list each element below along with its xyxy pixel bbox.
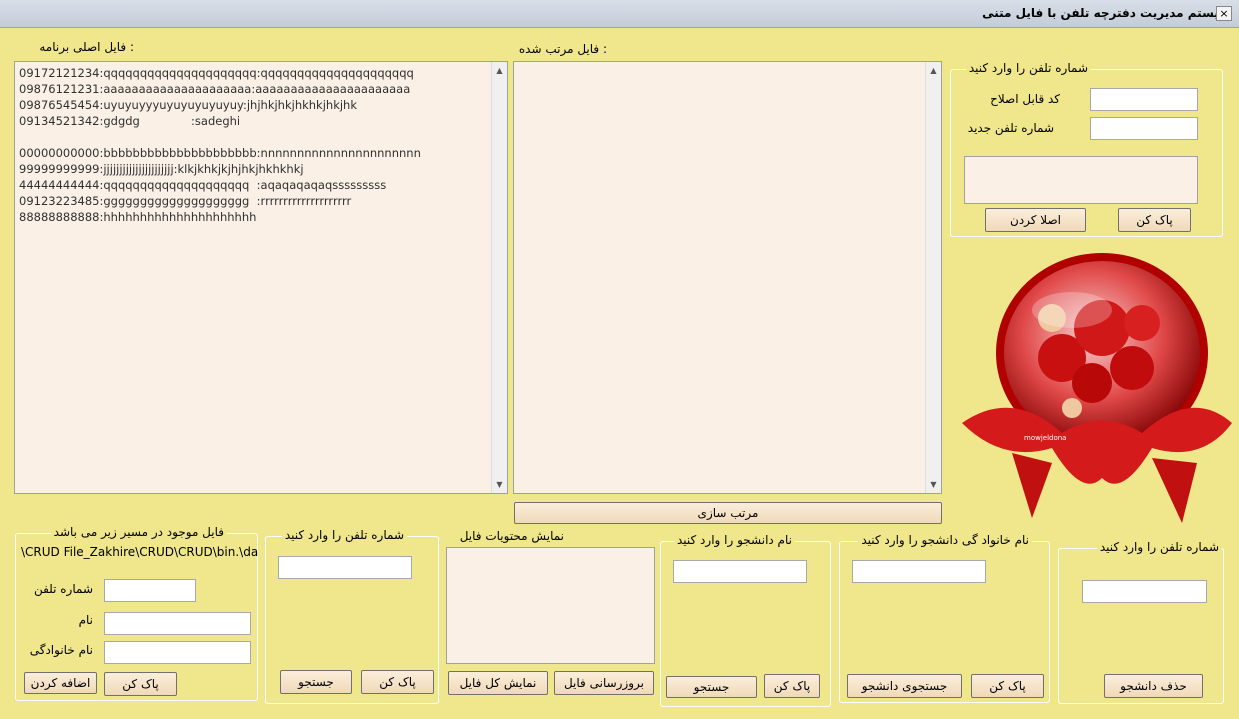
new-phone-input[interactable] <box>1090 117 1198 140</box>
search-family-clear-button[interactable]: پاک کن <box>971 674 1044 698</box>
add-group-title: فایل موجود در مسیر زیر می باشد <box>50 525 227 539</box>
phone-label: شماره تلفن <box>33 582 93 596</box>
search-phone-title: شماره تلفن را وارد کنید <box>281 528 407 542</box>
main-file-label: : فایل اصلی برنامه <box>39 40 134 54</box>
add-family-input[interactable] <box>104 641 251 664</box>
new-phone-label: شماره تلفن جدید <box>967 121 1054 135</box>
delete-student-button[interactable]: حذف دانشجو <box>1104 674 1203 698</box>
main-file-textarea[interactable]: 09172121234:qqqqqqqqqqqqqqqqqqqqq:qqqqqq… <box>14 61 508 494</box>
roses-globe-image: mowjeldona <box>962 253 1232 523</box>
edit-clear-button[interactable]: پاک کن <box>1118 208 1191 232</box>
add-clear-button[interactable]: پاک کن <box>104 672 177 696</box>
family-label: نام خانوادگی <box>29 643 93 657</box>
code-input[interactable] <box>1090 88 1198 111</box>
delete-group-title: شماره تلفن را وارد کنید <box>1096 540 1222 554</box>
add-phone-input[interactable] <box>104 579 196 602</box>
name-label: نام <box>78 613 93 627</box>
search-family-input[interactable] <box>852 560 986 583</box>
main-file-scrollbar[interactable]: ▲ ▼ <box>491 62 507 493</box>
sorted-file-content <box>514 62 941 68</box>
delete-phone-input[interactable] <box>1082 580 1207 603</box>
close-button[interactable]: × <box>1216 6 1232 21</box>
show-all-button[interactable]: نمایش کل فایل <box>448 671 548 695</box>
window-title: سیستم مدیریت دفترچه تلفن با فایل متنی <box>982 6 1231 20</box>
add-button[interactable]: اضافه کردن <box>24 672 97 694</box>
search-student-button[interactable]: جستجوی دانشجو <box>847 674 962 698</box>
search-family-title: نام خانواد گی دانشجو را وارد کنید <box>858 533 1032 547</box>
sort-button[interactable]: مرتب سازی <box>514 502 942 524</box>
show-file-title: نمایش محتویات فایل <box>459 529 564 543</box>
search-name-title: نام دانشجو را وارد کنید <box>673 533 795 547</box>
search-name-clear-button[interactable]: پاک کن <box>764 674 820 698</box>
title-bar: سیستم مدیریت دفترچه تلفن با فایل متنی × <box>0 0 1239 28</box>
add-name-input[interactable] <box>104 612 251 635</box>
search-phone-button[interactable]: جستجو <box>280 670 352 694</box>
search-phone-input[interactable] <box>278 556 412 579</box>
main-file-content: 09172121234:qqqqqqqqqqqqqqqqqqqqq:qqqqqq… <box>19 66 421 224</box>
globe-watermark: mowjeldona <box>1024 434 1066 442</box>
search-name-button[interactable]: جستجو <box>666 676 757 698</box>
edit-result-textarea[interactable] <box>964 156 1198 204</box>
file-path: \CRUD File_Zakhire\CRUD\CRUD\bin.\data <box>21 545 258 559</box>
sorted-file-textarea[interactable]: ▲ ▼ <box>513 61 942 494</box>
update-file-button[interactable]: بروزرسانی فایل <box>554 671 654 695</box>
scroll-up-icon[interactable]: ▲ <box>926 66 941 75</box>
scroll-down-icon[interactable]: ▼ <box>492 480 507 489</box>
search-name-input[interactable] <box>673 560 807 583</box>
search-phone-clear-button[interactable]: پاک کن <box>361 670 434 694</box>
apply-edit-button[interactable]: اصلا کردن <box>985 208 1086 232</box>
edit-phone-title: شماره تلفن را وارد کنید <box>965 61 1091 75</box>
sorted-file-label: : فایل مرتب شده <box>518 42 607 56</box>
show-file-textarea[interactable] <box>446 547 655 664</box>
scroll-up-icon[interactable]: ▲ <box>492 66 507 75</box>
sorted-file-scrollbar[interactable]: ▲ ▼ <box>925 62 941 493</box>
code-label: کد قابل اصلاح <box>990 92 1060 106</box>
scroll-down-icon[interactable]: ▼ <box>926 480 941 489</box>
